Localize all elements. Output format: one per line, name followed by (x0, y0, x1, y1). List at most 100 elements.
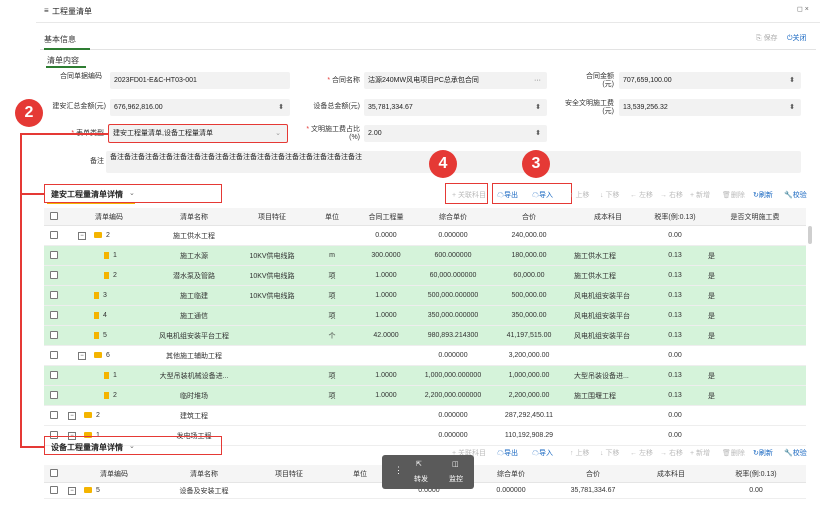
row-select-cell[interactable] (44, 265, 64, 286)
collapse-icon[interactable]: − (78, 351, 86, 360)
table-row[interactable]: 5 风电机组安装平台工程 个 42.0000 980,893.214300 41,197,… (44, 325, 806, 346)
tree-node[interactable]: −2 (68, 231, 110, 240)
delete-button[interactable]: 🗑删除 (722, 190, 745, 200)
tax-cell: 0.13 (646, 285, 704, 306)
construction-total-field[interactable]: 676,962,816.00 ⬍ (110, 99, 290, 116)
tree-node[interactable]: 2 (68, 271, 117, 279)
table-row[interactable]: −6 其他施工辅助工程 0.000000 3,200,000.00 0.00 (44, 345, 806, 366)
forward-button[interactable]: 转发 (414, 474, 428, 484)
row-select-cell[interactable] (44, 285, 64, 306)
validate-button[interactable]: 🔧校验 (784, 448, 807, 458)
delete-button[interactable]: 🗑删除 (722, 448, 745, 458)
row-checkbox[interactable] (50, 270, 58, 279)
equipment-detail-header[interactable]: 设备工程量清单详情 ⌄ (44, 436, 222, 455)
table-row[interactable]: 3 施工临建 10KV供电线路项 1.0000 500,000.000000 500,00… (44, 285, 806, 306)
row-checkbox[interactable] (50, 370, 58, 379)
refresh-button[interactable]: ↻刷新 (753, 448, 773, 458)
move-right-button[interactable]: → 右移 (660, 448, 683, 458)
price-cell: 60,000.000000 (418, 265, 488, 286)
safety-fee-field[interactable]: 13,539,256.32 ⬍ (619, 99, 801, 116)
contract-code-field[interactable]: 2023FD01-E&C-HT03-001 (110, 72, 290, 89)
stepper-icon[interactable]: ⬍ (535, 125, 541, 142)
window-controls[interactable]: ◻ × (797, 5, 809, 13)
row-checkbox[interactable] (50, 330, 58, 339)
contract-name-field[interactable]: 沽源240MW风电项目PC总承包合同 ··· (364, 72, 547, 89)
select-all-cell[interactable] (44, 208, 64, 226)
select-all-checkbox[interactable] (50, 211, 58, 220)
row-checkbox[interactable] (50, 290, 58, 299)
stepper-icon[interactable]: ⬍ (789, 99, 795, 116)
form-type-select[interactable]: 建安工程量清单,设备工程量清单 ⌄ (108, 124, 288, 143)
validate-button[interactable]: 🔧校验 (784, 190, 807, 200)
tree-node[interactable]: 1 (68, 251, 117, 259)
row-select-cell[interactable] (44, 405, 64, 426)
row-select-cell[interactable] (44, 385, 64, 406)
export-button[interactable]: ☁导出 (497, 190, 518, 200)
tree-node[interactable]: 3 (68, 291, 107, 299)
row-select-cell[interactable] (44, 245, 64, 266)
row-checkbox[interactable] (50, 350, 58, 359)
import-button[interactable]: ☁导入 (532, 190, 553, 200)
link-subject-button[interactable]: + 关联科目 (452, 190, 486, 200)
civil-ratio-field[interactable]: 2.00 ⬍ (364, 125, 547, 142)
collapse-icon[interactable]: − (68, 411, 76, 420)
tree-node[interactable]: 4 (68, 311, 107, 319)
row-select-cell[interactable] (44, 225, 64, 246)
more-vertical-icon[interactable]: ⋮ (394, 465, 403, 476)
stepper-icon[interactable]: ⬍ (535, 99, 541, 116)
row-select-cell[interactable] (44, 345, 64, 366)
tab-basic-info[interactable]: 基本信息 (44, 34, 90, 48)
hamburger-icon[interactable]: ≡ (44, 6, 49, 15)
table-row[interactable]: −2 施工供水工程 0.0000 0.000000 240,000.00 0.00 (44, 225, 806, 246)
row-checkbox[interactable] (50, 310, 58, 319)
equipment-total-field[interactable]: 35,781,334.67 ⬍ (364, 99, 547, 116)
stepper-icon[interactable]: ⬍ (789, 72, 795, 89)
move-up-button[interactable]: ↑ 上移 (570, 190, 589, 200)
tree-node[interactable]: −6 (68, 351, 110, 360)
collapse-icon[interactable]: − (68, 486, 76, 495)
table-row[interactable]: 2 潜水泵及管路 10KV供电线路项 1.0000 60,000.000000 60,00… (44, 265, 806, 286)
tree-node[interactable]: −5 (68, 486, 100, 495)
move-down-button[interactable]: ↓ 下移 (600, 190, 619, 200)
select-all-cell[interactable] (44, 465, 64, 483)
row-select-cell[interactable] (44, 325, 64, 346)
stepper-icon[interactable]: ⬍ (278, 99, 284, 116)
row-select-cell[interactable] (44, 305, 64, 326)
select-all-checkbox[interactable] (50, 468, 58, 477)
move-up-button[interactable]: ↑ 上移 (570, 448, 589, 458)
import-button[interactable]: ☁导入 (532, 448, 553, 458)
table-row[interactable]: 4 施工通信 项 1.0000 350,000.000000 350,000.00 风电机组… (44, 305, 806, 326)
contract-amount-field[interactable]: 707,659,100.00 ⬍ (619, 72, 801, 89)
tree-node[interactable]: 5 (68, 331, 107, 339)
row-checkbox[interactable] (50, 250, 58, 259)
scrollbar[interactable] (808, 226, 812, 244)
refresh-button[interactable]: ↻刷新 (753, 190, 773, 200)
move-down-button[interactable]: ↓ 下移 (600, 448, 619, 458)
construction-detail-header[interactable]: 建安工程量清单详情 ⌄ (44, 184, 222, 203)
row-select-cell[interactable] (44, 365, 64, 386)
row-select-cell[interactable] (44, 482, 64, 499)
add-button[interactable]: + 新增 (690, 190, 710, 200)
table-row[interactable]: 2 临时堆场 项 1.0000 2,200,000.000000 2,200,000.00… (44, 385, 806, 406)
save-button[interactable]: ⎘ 保存 (756, 33, 778, 43)
row-checkbox[interactable] (50, 410, 58, 419)
move-right-button[interactable]: → 右移 (660, 190, 683, 200)
tree-node[interactable]: 1 (68, 371, 117, 379)
row-checkbox[interactable] (50, 390, 58, 399)
move-left-button[interactable]: ← 左移 (630, 190, 653, 200)
more-icon[interactable]: ··· (534, 72, 541, 89)
civil-ratio-label-text: 文明施工费占比(%) (311, 126, 360, 141)
close-button[interactable]: ⏻关闭 (787, 33, 807, 43)
table-row[interactable]: −2 建筑工程 0.000000 287,292,450.11 0.00 (44, 405, 806, 426)
move-left-button[interactable]: ← 左移 (630, 448, 653, 458)
add-button[interactable]: + 新增 (690, 448, 710, 458)
table-row[interactable]: 1 大型吊装机械设备进... 项 1.0000 1,000,000.000000 1,00… (44, 365, 806, 386)
row-checkbox[interactable] (50, 485, 58, 494)
row-checkbox[interactable] (50, 230, 58, 239)
collapse-icon[interactable]: − (78, 231, 86, 240)
monitor-button[interactable]: 监控 (449, 474, 463, 484)
export-button[interactable]: ☁导出 (497, 448, 518, 458)
tree-node[interactable]: 2 (68, 391, 117, 399)
tree-node[interactable]: −2 (68, 411, 100, 420)
table-row[interactable]: 1 施工水源 10KV供电线路 m 300.0000 600.000000 180,000.… (44, 245, 806, 266)
